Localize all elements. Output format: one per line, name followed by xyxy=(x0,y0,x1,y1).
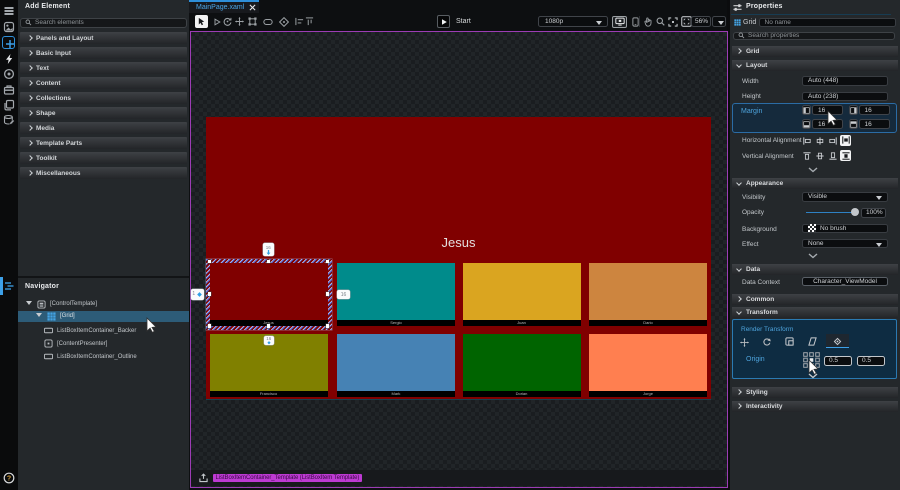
svg-text:?: ? xyxy=(7,475,11,482)
